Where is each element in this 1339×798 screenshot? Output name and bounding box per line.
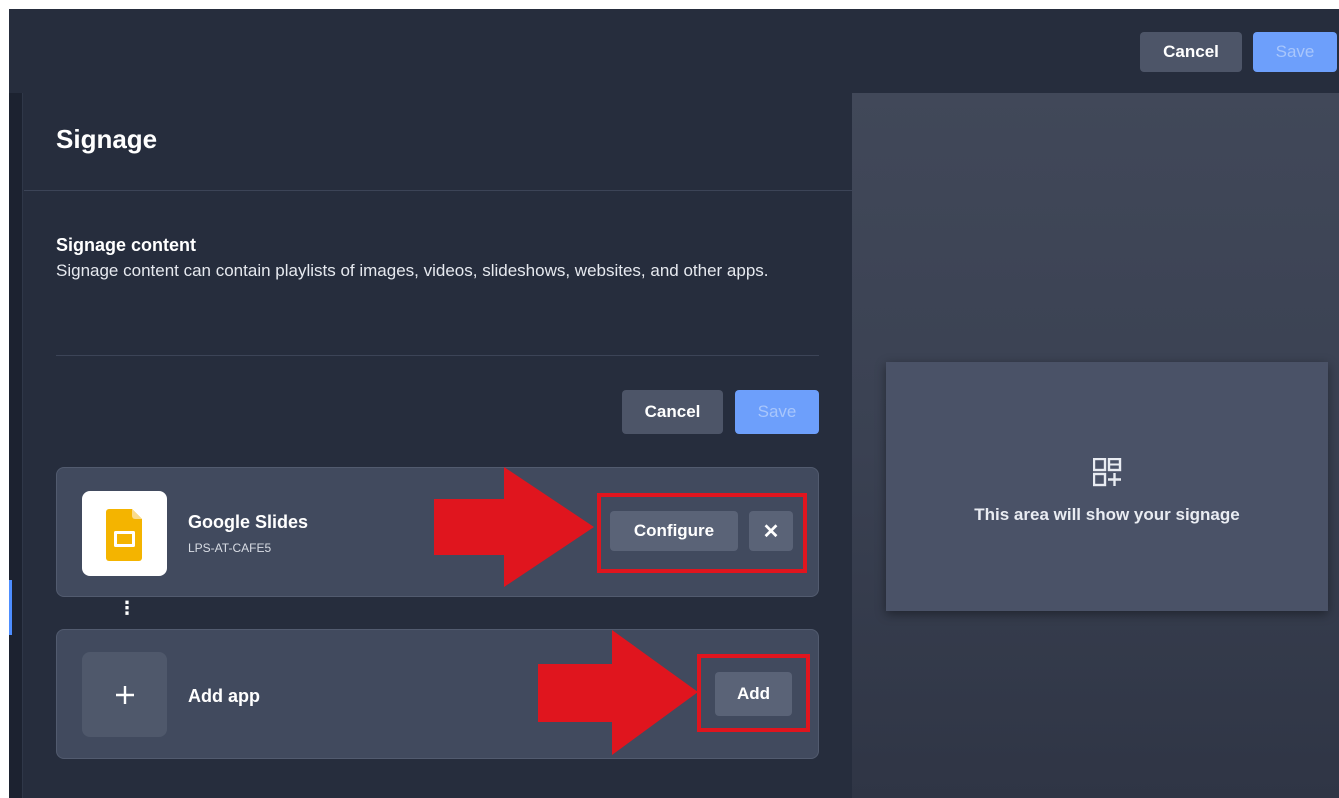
sidebar-strip bbox=[9, 93, 23, 798]
highlight-box-configure bbox=[597, 493, 807, 573]
preview-placeholder-text: This area will show your signage bbox=[974, 505, 1240, 524]
section-title: Signage content bbox=[56, 235, 197, 255]
active-nav-indicator bbox=[9, 580, 12, 635]
section-description: Signage content can contain playlists of… bbox=[56, 261, 769, 280]
red-arrow-icon bbox=[538, 630, 698, 755]
section-save-button[interactable]: Save bbox=[735, 390, 819, 434]
highlight-box-add bbox=[697, 654, 810, 732]
divider bbox=[56, 355, 819, 356]
section-cancel-button[interactable]: Cancel bbox=[622, 390, 723, 434]
red-arrow-icon bbox=[434, 467, 594, 587]
header-cancel-button[interactable]: Cancel bbox=[1140, 32, 1242, 72]
add-widget-icon bbox=[1093, 458, 1122, 487]
page-title: Signage bbox=[56, 124, 158, 154]
divider bbox=[24, 190, 852, 191]
drag-handle-icon[interactable]: ⋮ bbox=[118, 599, 136, 617]
google-slides-icon bbox=[82, 491, 167, 576]
top-bar: Cancel Save bbox=[9, 9, 1339, 93]
add-app-label: Add app bbox=[188, 686, 260, 706]
header-save-button[interactable]: Save bbox=[1253, 32, 1337, 72]
app-name: Google Slides bbox=[188, 512, 309, 532]
app-subtitle: LPS-AT-CAFE5 bbox=[188, 541, 272, 555]
plus-icon[interactable] bbox=[82, 652, 167, 737]
